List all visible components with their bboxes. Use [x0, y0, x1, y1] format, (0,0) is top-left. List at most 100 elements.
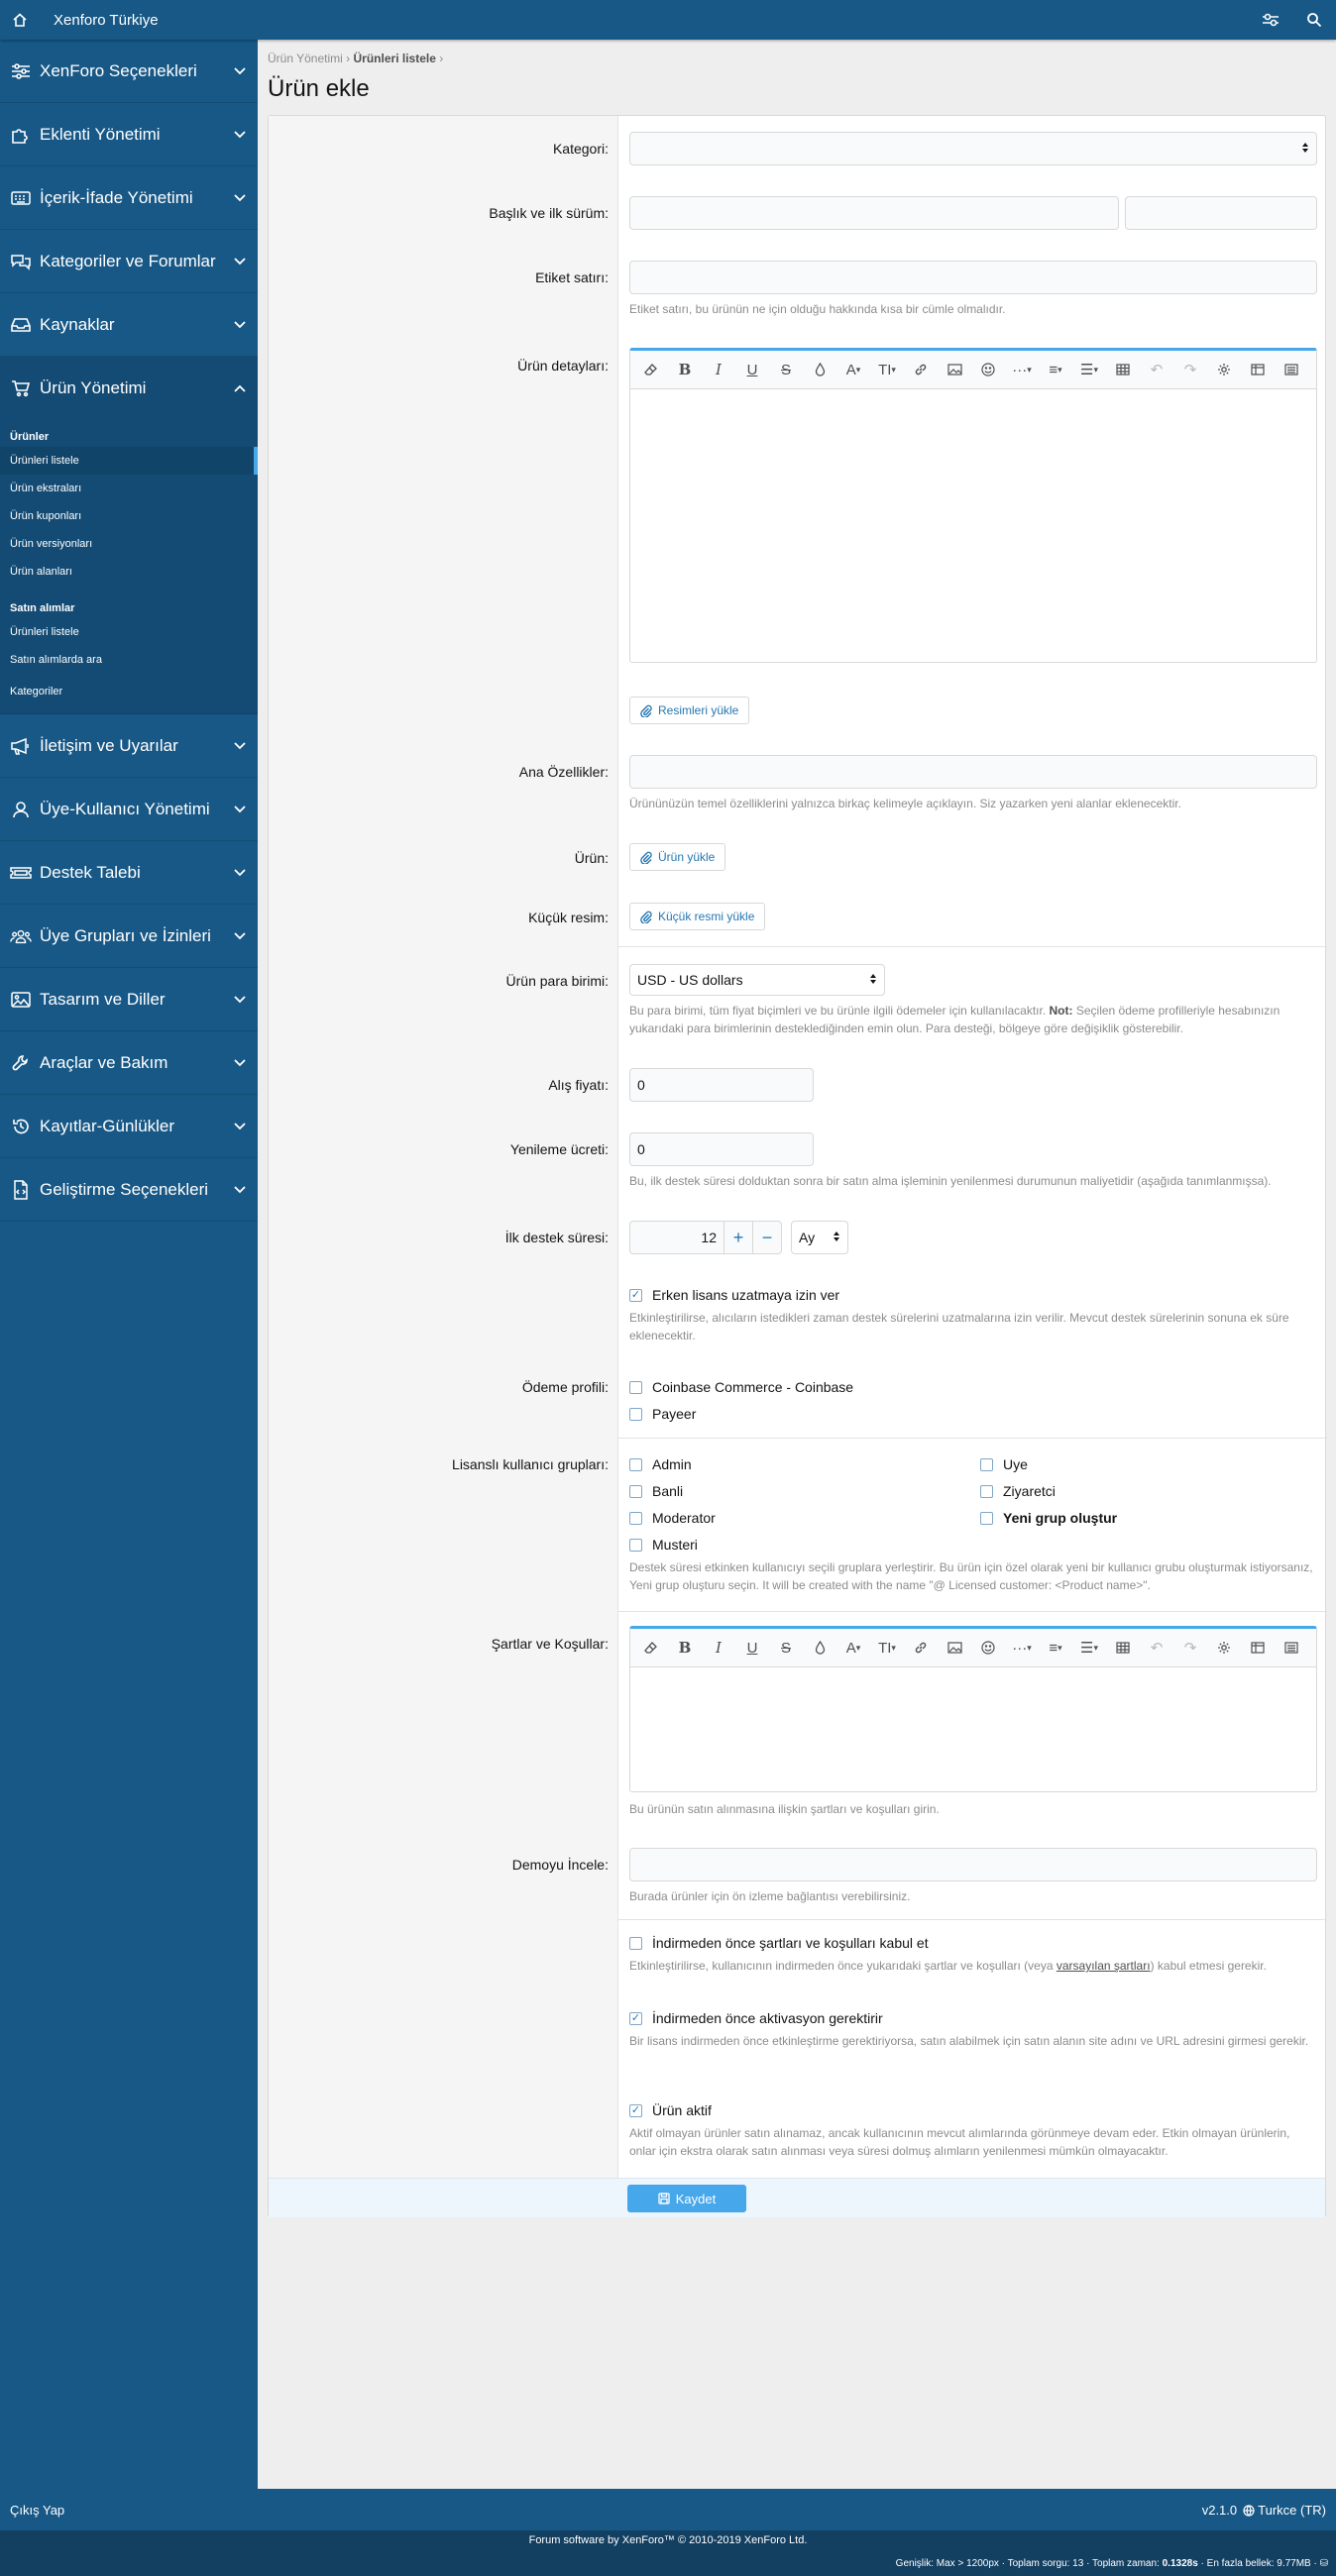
language-chooser[interactable]: Turkce (TR) — [1258, 2503, 1326, 2518]
title-input[interactable] — [629, 196, 1119, 230]
thumbnail-upload-button[interactable]: Küçük resmi yükle — [629, 903, 766, 930]
demo-url-input[interactable] — [629, 1848, 1317, 1881]
eraser-icon[interactable] — [634, 355, 668, 384]
brand-title[interactable]: Xenforo Türkiye — [54, 12, 159, 29]
payment-option-payeer[interactable]: Payeer — [629, 1406, 696, 1422]
renewal-input[interactable]: 0 — [629, 1132, 814, 1166]
align-icon[interactable]: ≡ ▾ — [1039, 1633, 1072, 1663]
undo-icon[interactable]: ↶ — [1140, 1633, 1173, 1663]
smile-icon[interactable] — [971, 355, 1005, 384]
gear-icon[interactable] — [1207, 355, 1241, 384]
features-input[interactable] — [629, 755, 1317, 789]
smile-icon[interactable] — [971, 1633, 1005, 1663]
table-view-icon[interactable] — [1241, 355, 1275, 384]
support-increase-button[interactable]: + — [724, 1221, 753, 1254]
underline-icon[interactable]: U — [735, 355, 769, 384]
group-uye-checkbox[interactable]: Uye — [980, 1456, 1028, 1472]
toggle-bbcode-icon[interactable] — [1275, 355, 1308, 384]
font-family-icon[interactable]: A ▾ — [836, 355, 870, 384]
support-decrease-button[interactable]: − — [752, 1221, 782, 1254]
font-size-icon[interactable]: TI ▾ — [870, 1633, 904, 1663]
group-musteri-checkbox[interactable]: Musteri — [629, 1537, 698, 1553]
font-size-icon[interactable]: TI ▾ — [870, 355, 904, 384]
sidebar-section-sections_bottom-6[interactable]: Kayıtlar-Günlükler — [0, 1095, 258, 1158]
italic-icon[interactable]: I — [702, 355, 735, 384]
search-icon[interactable] — [1292, 0, 1336, 40]
support-unit-select[interactable]: Ay — [791, 1221, 848, 1254]
home-icon[interactable] — [0, 0, 40, 40]
logout-link[interactable]: Çıkış Yap — [10, 2503, 64, 2518]
sidebar-section-sections_bottom-7[interactable]: Geliştirme Seçenekleri — [0, 1158, 258, 1222]
subnav-item-satin-alimlarda-ara[interactable]: Satın alımlarda ara — [0, 646, 258, 674]
strikethrough-icon[interactable]: S — [769, 1633, 803, 1663]
category-select[interactable] — [629, 132, 1317, 165]
product-active-checkbox[interactable]: ✓ Ürün aktif — [629, 2102, 712, 2118]
sidebar-section-sections_bottom-1[interactable]: Üye-Kullanıcı Yönetimi — [0, 778, 258, 841]
sidebar-section-sections_bottom-2[interactable]: Destek Talebi — [0, 841, 258, 905]
toggle-bbcode-icon[interactable] — [1275, 1633, 1308, 1663]
undo-icon[interactable]: ↶ — [1140, 355, 1173, 384]
redo-icon[interactable]: ↷ — [1173, 1633, 1207, 1663]
subnav-item-urun-alanlari[interactable]: Ürün alanları — [0, 558, 258, 586]
product-upload-button[interactable]: Ürün yükle — [629, 843, 726, 871]
details-editor[interactable]: B I U S A ▾ TI ▾ ··· ▾ ≡ ▾ ☰ ▾ ↶ ↷ — [629, 348, 1317, 663]
sidebar-section-sections_bottom-3[interactable]: Üye Grupları ve İzinleri — [0, 905, 258, 968]
group-moderator-checkbox[interactable]: Moderator — [629, 1510, 716, 1526]
sidebar-section-urun-yonetimi[interactable]: Ürün Yönetimi — [0, 357, 258, 420]
subnav-item-urun-kuponlari[interactable]: Ürün kuponları — [0, 502, 258, 530]
sidebar-section-sections_top-4[interactable]: Kaynaklar — [0, 293, 258, 357]
sidebar-section-sections_top-2[interactable]: İçerik-İfade Yönetimi — [0, 166, 258, 230]
currency-select[interactable]: USD - US dollars — [629, 964, 885, 996]
color-drop-icon[interactable] — [803, 355, 836, 384]
default-terms-link[interactable]: varsayılan şartları — [1057, 1959, 1151, 1973]
subnav-item-satin-alim-listele[interactable]: Ürünleri listele — [0, 618, 258, 646]
group-new-checkbox[interactable]: Yeni grup oluştur — [980, 1510, 1117, 1526]
gear-icon[interactable] — [1207, 1633, 1241, 1663]
more-options-icon[interactable]: ··· ▾ — [1005, 1633, 1039, 1663]
strikethrough-icon[interactable]: S — [769, 355, 803, 384]
breadcrumb-item[interactable]: Ürün Yönetimi — [268, 52, 343, 65]
subnav-item-urun-ekstralari[interactable]: Ürün ekstraları — [0, 475, 258, 502]
insert-image-icon[interactable] — [938, 1633, 971, 1663]
font-family-icon[interactable]: A ▾ — [836, 1633, 870, 1663]
group-admin-checkbox[interactable]: Admin — [629, 1456, 692, 1472]
color-drop-icon[interactable] — [803, 1633, 836, 1663]
price-input[interactable]: 0 — [629, 1068, 814, 1102]
italic-icon[interactable]: I — [702, 1633, 735, 1663]
more-options-icon[interactable]: ··· ▾ — [1005, 355, 1039, 384]
table-icon[interactable] — [1106, 1633, 1140, 1663]
early-renewal-checkbox[interactable]: ✓ Erken lisans uzatmaya izin ver — [629, 1287, 839, 1303]
table-view-icon[interactable] — [1241, 1633, 1275, 1663]
tagline-input[interactable] — [629, 261, 1317, 294]
bold-icon[interactable]: B — [668, 1633, 702, 1663]
require-activation-checkbox[interactable]: ✓ İndirmeden önce aktivasyon gerektirir — [629, 2010, 883, 2026]
payment-option-coinbase[interactable]: Coinbase Commerce - Coinbase — [629, 1379, 853, 1395]
underline-icon[interactable]: U — [735, 1633, 769, 1663]
insert-image-icon[interactable] — [938, 355, 971, 384]
upload-images-button[interactable]: Resimleri yükle — [629, 697, 750, 724]
link-icon[interactable] — [904, 1633, 938, 1663]
sidebar-section-sections_bottom-0[interactable]: İletişim ve Uyarılar — [0, 714, 258, 778]
version-input[interactable] — [1125, 196, 1317, 230]
subnav-item-urun-versiyonlari[interactable]: Ürün versiyonları — [0, 530, 258, 558]
sidebar-section-sections_top-0[interactable]: XenForo Seçenekleri — [0, 40, 258, 103]
sidebar-section-sections_bottom-4[interactable]: Tasarım ve Diller — [0, 968, 258, 1031]
settings-tools-icon[interactable] — [1249, 0, 1292, 40]
redo-icon[interactable]: ↷ — [1173, 355, 1207, 384]
table-icon[interactable] — [1106, 355, 1140, 384]
bold-icon[interactable]: B — [668, 355, 702, 384]
save-button[interactable]: Kaydet — [627, 2185, 746, 2212]
sidebar-section-sections_top-1[interactable]: Eklenti Yönetimi — [0, 103, 258, 166]
list-icon[interactable]: ☰ ▾ — [1072, 355, 1106, 384]
terms-editor[interactable]: B I U S A ▾ TI ▾ ··· ▾ ≡ ▾ ☰ ▾ ↶ ↷ — [629, 1626, 1317, 1792]
align-icon[interactable]: ≡ ▾ — [1039, 355, 1072, 384]
list-icon[interactable]: ☰ ▾ — [1072, 1633, 1106, 1663]
group-banli-checkbox[interactable]: Banli — [629, 1483, 683, 1499]
group-ziyaretci-checkbox[interactable]: Ziyaretci — [980, 1483, 1056, 1499]
support-length-input[interactable]: 12 — [629, 1221, 724, 1254]
accept-terms-checkbox[interactable]: İndirmeden önce şartları ve koşulları ka… — [629, 1935, 929, 1951]
link-icon[interactable] — [904, 355, 938, 384]
breadcrumb-item[interactable]: Ürünleri listele — [354, 52, 436, 65]
subnav-item-urunleri-listele[interactable]: Ürünleri listele — [0, 447, 258, 475]
eraser-icon[interactable] — [634, 1633, 668, 1663]
